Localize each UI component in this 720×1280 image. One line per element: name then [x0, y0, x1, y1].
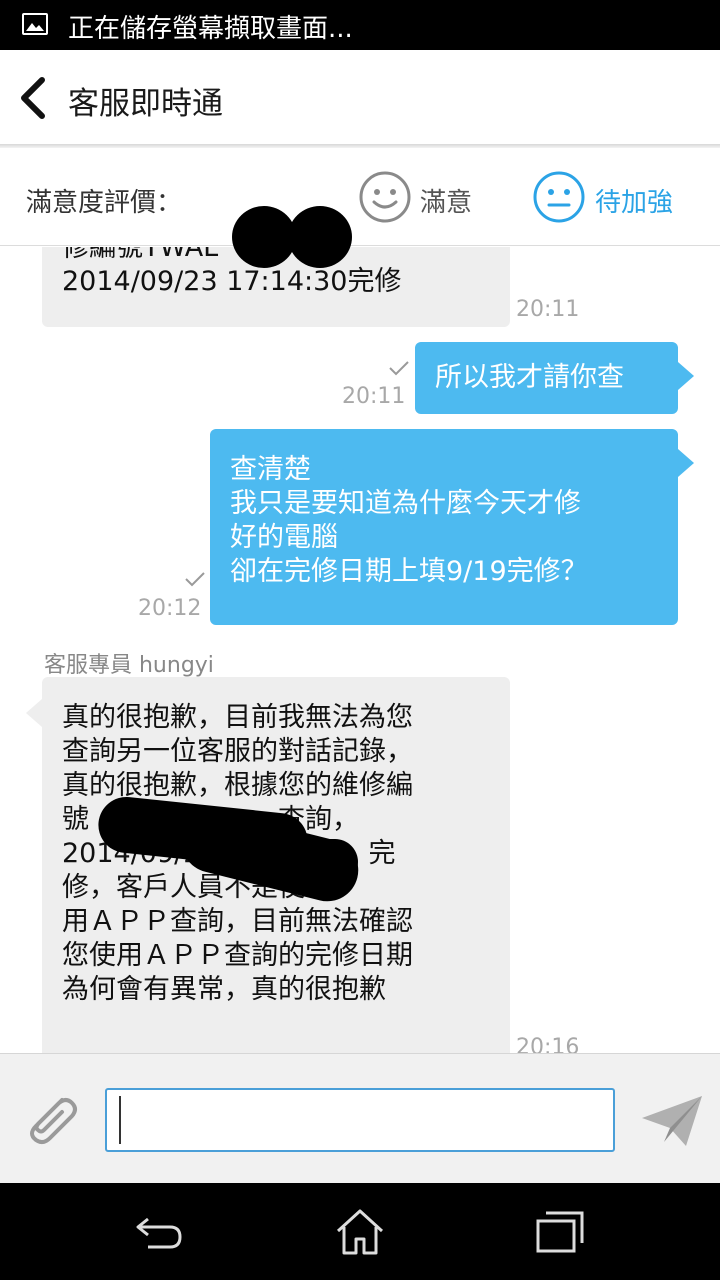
system-nav-bar	[0, 1183, 720, 1280]
status-text: 正在儲存螢幕擷取畫面...	[68, 14, 353, 44]
message-time: 20:11	[516, 297, 580, 322]
paperclip-icon[interactable]	[16, 1084, 82, 1150]
message-input[interactable]	[105, 1088, 615, 1152]
nav-back-icon[interactable]	[134, 1213, 186, 1253]
text-caret	[119, 1096, 121, 1144]
message-line: 2014/09/23 17:14:30完修	[62, 266, 402, 297]
rating-bar: 滿意度評價： 滿意 待加強	[0, 148, 720, 246]
back-arrow-icon[interactable]	[14, 74, 54, 122]
message-line: 您使用ＡＰＰ查詢的完修日期	[62, 940, 413, 971]
send-icon[interactable]	[640, 1092, 704, 1150]
nav-recent-icon[interactable]	[534, 1209, 586, 1255]
message-line: 卻在完修日期上填9/19完修？	[230, 556, 588, 587]
message-line: 查詢另一位客服的對話記錄，	[62, 736, 413, 767]
outgoing-message: 所以我才請你查	[415, 342, 694, 414]
message-line: 查清楚	[230, 454, 311, 485]
rating-label: 滿意度評價：	[26, 188, 183, 218]
redaction-mark	[288, 206, 352, 268]
redaction-mark	[268, 839, 358, 885]
status-bar: 正在儲存螢幕擷取畫面...	[0, 0, 720, 50]
sent-check-icon	[388, 360, 410, 376]
message-line: 好的電腦	[230, 522, 338, 553]
message-time: 20:16	[516, 1035, 580, 1053]
page-title: 客服即時通	[68, 86, 223, 122]
message-line: 為何會有異常，真的很抱歉	[62, 974, 386, 1005]
message-line: 所以我才請你查	[435, 362, 624, 393]
message-time: 20:12	[138, 596, 202, 621]
input-bar	[0, 1053, 720, 1183]
rating-improve-option[interactable]: 待加強	[595, 182, 673, 219]
rating-satisfied-option[interactable]: 滿意	[420, 182, 472, 219]
sent-check-icon	[184, 571, 206, 587]
message-time: 20:11	[342, 384, 406, 409]
image-icon	[22, 13, 48, 35]
message-line: 我只是要知道為什麼今天才修	[230, 488, 581, 519]
smile-face-icon[interactable]	[358, 170, 412, 224]
redaction-mark	[232, 206, 296, 268]
outgoing-message: 查清楚 我只是要知道為什麼今天才修 好的電腦 卻在完修日期上填9/19完修？	[210, 429, 694, 625]
neutral-face-icon[interactable]	[532, 170, 586, 224]
app-header: 客服即時通	[0, 50, 720, 146]
message-line: 真的很抱歉，目前我無法為您	[62, 702, 413, 733]
message-line: 用ＡＰＰ查詢，目前無法確認	[62, 906, 413, 937]
chat-area[interactable]: 修編號TWAL 2014/09/23 17:14:30完修 20:11 20:1…	[0, 247, 720, 1053]
nav-home-icon[interactable]	[334, 1207, 386, 1257]
sender-name: 客服專員 hungyi	[44, 653, 214, 678]
